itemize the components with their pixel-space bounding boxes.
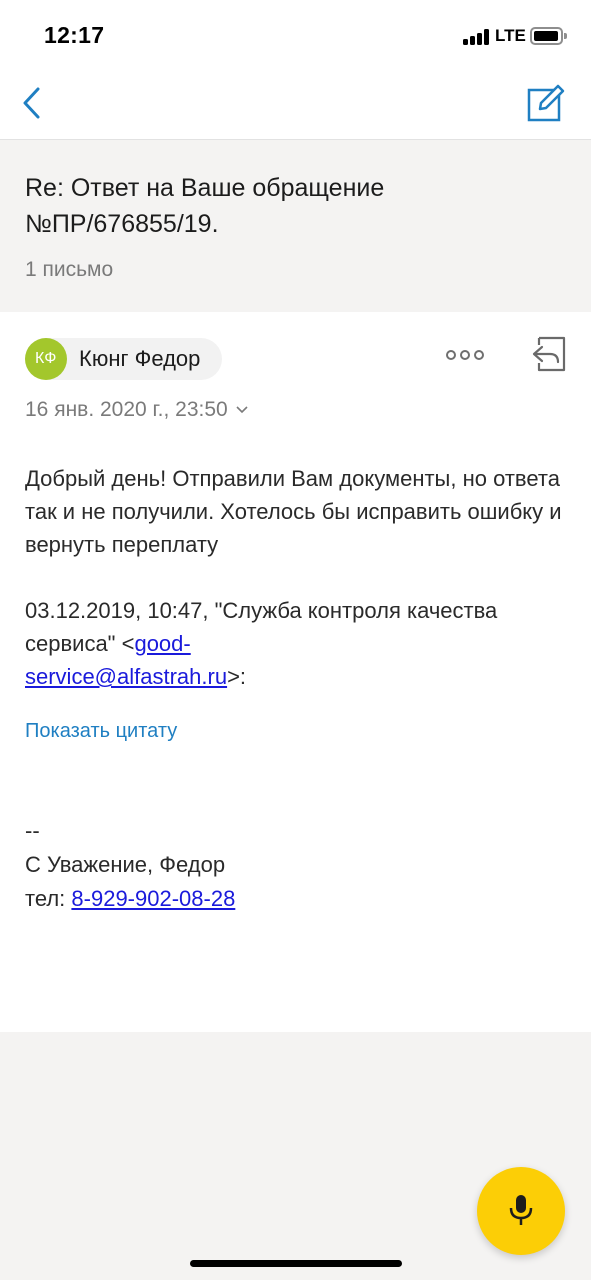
sender-chip[interactable]: КФ Кюнг Федор	[25, 338, 223, 380]
more-dots-icon	[446, 350, 456, 360]
back-button[interactable]	[18, 86, 50, 120]
network-label: LTE	[495, 26, 526, 45]
signature-phone-row: тел: 8-929-902-08-28	[25, 886, 236, 911]
quote-header: 03.12.2019, 10:47, "Служба контроля каче…	[25, 598, 498, 689]
status-time: 12:17	[44, 22, 105, 48]
compose-icon	[527, 84, 565, 122]
reply-button[interactable]	[530, 336, 568, 374]
avatar: КФ	[25, 338, 67, 380]
thread-subject: Re: Ответ на Ваше обращение №ПР/676855/1…	[25, 174, 385, 238]
voice-assistant-button[interactable]	[477, 1167, 565, 1255]
nav-bar	[0, 72, 591, 140]
email-link-cont[interactable]: service@alfastrah.ru	[25, 664, 227, 689]
thread-header: Re: Ответ на Ваше обращение №ПР/676855/1…	[0, 140, 591, 312]
battery-icon	[530, 27, 567, 45]
email-link[interactable]: good-	[134, 631, 190, 656]
compose-button[interactable]	[526, 84, 566, 124]
message-count: 1 письмо	[25, 258, 114, 281]
chevron-down-icon	[236, 406, 248, 414]
message-date[interactable]: 16 янв. 2020 г., 23:50	[25, 398, 248, 422]
message-body: Добрый день! Отправили Вам документы, но…	[25, 462, 565, 693]
show-quote-link[interactable]: Показать цитату	[25, 720, 177, 743]
signal-icon	[463, 29, 491, 45]
signature-name: С Уважение, Федор	[25, 852, 226, 877]
reply-icon	[532, 336, 566, 372]
date-text: 16 янв. 2020 г., 23:50	[25, 398, 228, 421]
phone-link[interactable]: 8-929-902-08-28	[71, 886, 235, 911]
signature: -- С Уважение, Федор тел: 8-929-902-08-2…	[25, 814, 235, 916]
signature-dashes: --	[25, 818, 40, 843]
home-indicator	[190, 1260, 402, 1267]
microphone-icon	[509, 1195, 533, 1225]
status-bar: 12:17 LTE	[0, 0, 591, 72]
chevron-left-icon	[23, 87, 40, 119]
more-options-button[interactable]	[446, 350, 484, 362]
body-paragraph: Добрый день! Отправили Вам документы, но…	[25, 466, 562, 557]
sender-name: Кюнг Федор	[79, 346, 201, 371]
message-card: КФ Кюнг Федор 16 янв. 2020 г., 23:50 Доб…	[0, 312, 591, 1032]
